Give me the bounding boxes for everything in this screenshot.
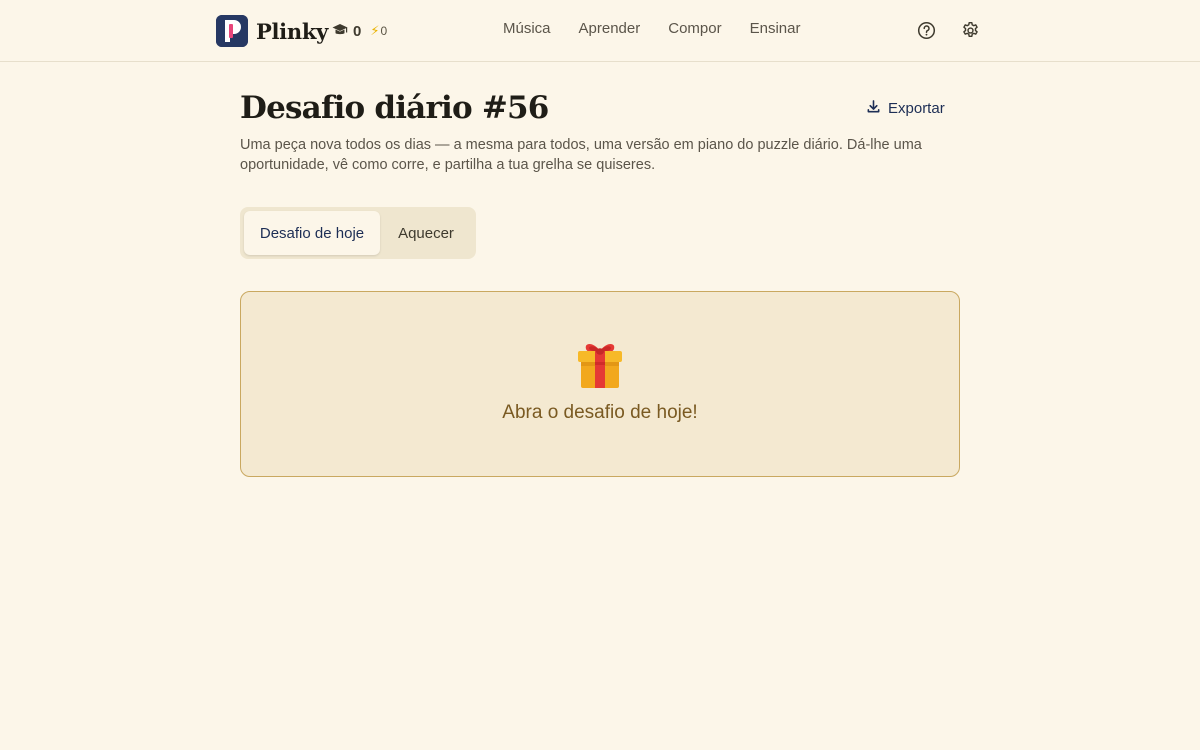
page-title: Desafio diário #56: [240, 90, 549, 126]
top-bar: Plinky 0 ⚡ 0 Música Aprender Compor Ensi…: [0, 0, 1200, 62]
brand-name: Plinky: [256, 18, 328, 44]
tab-aquecer[interactable]: Aquecer: [380, 211, 472, 255]
graduation-cap-icon: [332, 23, 348, 40]
streak-value: 0: [380, 24, 388, 38]
challenge-tabs: Desafio de hoje Aquecer: [240, 207, 476, 259]
logo-icon: [216, 15, 248, 47]
settings-icon[interactable]: [960, 20, 980, 40]
open-challenge-label: Abra o desafio de hoje!: [502, 402, 698, 423]
export-button[interactable]: Exportar: [866, 99, 945, 118]
download-icon: [866, 99, 888, 118]
help-icon[interactable]: [916, 20, 936, 40]
gift-icon: [572, 336, 628, 392]
xp-stat: 0: [332, 23, 361, 40]
main-nav: Música Aprender Compor Ensinar: [503, 20, 800, 37]
xp-value: 0: [353, 22, 362, 40]
nav-item-aprender[interactable]: Aprender: [579, 20, 641, 37]
nav-item-musica[interactable]: Música: [503, 20, 551, 37]
brand[interactable]: Plinky: [216, 15, 328, 47]
user-stats: 0 ⚡ 0: [332, 21, 387, 41]
open-challenge-card[interactable]: Abra o desafio de hoje!: [240, 291, 960, 477]
tab-desafio-de-hoje[interactable]: Desafio de hoje: [244, 211, 380, 255]
nav-item-compor[interactable]: Compor: [668, 20, 721, 37]
streak-stat: ⚡ 0: [370, 23, 387, 39]
nav-item-ensinar[interactable]: Ensinar: [750, 20, 801, 37]
header-actions: [916, 20, 980, 40]
page-subtitle: Uma peça nova todos os dias — a mesma pa…: [240, 137, 922, 173]
lightning-icon: ⚡: [370, 23, 380, 38]
export-label: Exportar: [888, 100, 945, 117]
